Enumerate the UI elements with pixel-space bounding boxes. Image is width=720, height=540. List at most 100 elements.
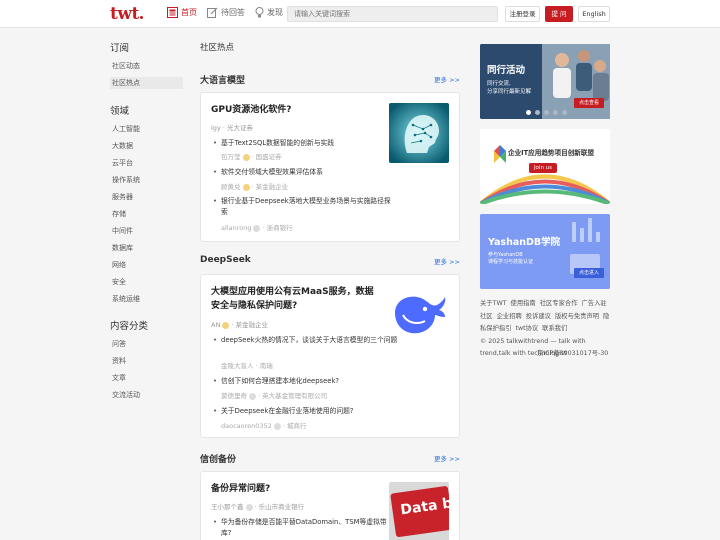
question-item[interactable]: 华为备份存储是否能平替DataDomain、TSM等虚拟带库? xyxy=(213,517,393,539)
user-badge-icon xyxy=(245,503,253,511)
language-switch-button[interactable]: English xyxy=(578,6,610,22)
author-name[interactable]: 金陵大盲人 xyxy=(221,362,254,370)
author-name[interactable]: 顾黄兑 xyxy=(221,183,241,191)
banner-subtitle: 参与YashanDB xyxy=(488,252,523,258)
sidebar-item-database[interactable]: 数据库 xyxy=(110,242,183,254)
more-link[interactable]: 更多 >> xyxy=(434,74,460,84)
author-org: 英大基金管理有限公司 xyxy=(262,392,328,400)
carousel-dot[interactable] xyxy=(535,110,540,115)
footer-link[interactable]: 社区专家合作 xyxy=(540,300,578,307)
author-name[interactable]: allanrong xyxy=(221,224,251,232)
card-title[interactable]: GPU资源池化软件? xyxy=(211,103,381,117)
carousel-dot[interactable] xyxy=(544,110,549,115)
data-backup-thumbnail[interactable]: Data backup xyxy=(389,482,449,540)
nav-home[interactable]: 首页 xyxy=(167,7,197,18)
question-item[interactable]: 银行业基于Deepseek落地大模型业务场景与实施路径探索 xyxy=(213,196,393,218)
page-title: 社区热点 xyxy=(200,43,235,53)
view-button[interactable]: 点击查看 xyxy=(574,98,604,108)
footer-link[interactable]: 投诉建议 xyxy=(526,313,551,320)
sidebar-item-middleware[interactable]: 中间件 xyxy=(110,225,183,237)
sidebar-item-os[interactable]: 操作系统 xyxy=(110,174,183,186)
ai-head-image xyxy=(389,103,449,163)
sidebar-item-security[interactable]: 安全 xyxy=(110,276,183,288)
question-item[interactable]: 基于Text2SQL数据智能的创新与实践 xyxy=(213,138,453,149)
sidebar-item-qa[interactable]: 问答 xyxy=(110,338,183,350)
nav-discover[interactable]: 发现 xyxy=(255,7,283,18)
sidebar-item-resources[interactable]: 资料 xyxy=(110,355,183,367)
footer-link[interactable]: 使用指南 xyxy=(511,300,536,307)
carousel-dot[interactable] xyxy=(562,110,567,115)
user-badge-icon xyxy=(249,392,256,400)
top-header: twt 首页 待回答 发现 注册登录 提 问 English xyxy=(0,0,720,28)
sidebar-item-storage[interactable]: 存储 xyxy=(110,208,183,220)
footer-link[interactable]: 版权与免责声明 xyxy=(555,313,599,320)
sidebar-item-ai[interactable]: 人工智能 xyxy=(110,123,183,135)
it-alliance-banner[interactable]: 企业IT应用趋势项目创新联盟 Join us xyxy=(480,129,610,204)
banner-title: 企业IT应用趋势项目创新联盟 xyxy=(508,149,595,157)
home-icon xyxy=(167,7,178,18)
banner-subtitle: 同行交流, xyxy=(487,81,511,87)
author-name[interactable]: AN xyxy=(211,321,220,329)
section-title: 信创备份 xyxy=(200,455,237,465)
user-badge-icon xyxy=(273,422,281,430)
author-org: 城商行 xyxy=(286,422,307,430)
ai-brain-thumbnail[interactable] xyxy=(389,103,449,163)
question-meta: 莫德里奇 · 英大基金管理有限公司 xyxy=(221,392,328,400)
sidebar-item-ops[interactable]: 系统运维 xyxy=(110,293,183,305)
more-link[interactable]: 更多 >> xyxy=(434,256,460,266)
enter-button[interactable]: 点击进入 xyxy=(574,268,604,278)
sidebar-item-cloud[interactable]: 云平台 xyxy=(110,157,183,169)
author-name[interactable]: daocaoren0352 xyxy=(221,422,272,430)
sidebar-item-events[interactable]: 交流活动 xyxy=(110,389,183,401)
question-meta: 包万莹 · 国盛证券 xyxy=(221,153,282,161)
carousel-dots[interactable] xyxy=(526,110,567,115)
sidebar-item-server[interactable]: 服务器 xyxy=(110,191,183,203)
right-footer: 关于TWT 使用指南 社区专家合作 广告入驻社区 企业招聘 投诉建议 版权与免责声明 隐私保护… xyxy=(480,298,612,361)
footer-link[interactable]: 企业招聘 xyxy=(497,313,522,320)
peer-events-banner[interactable]: 同行活动 同行交流, 分享同行最新见解 点击查看 xyxy=(480,44,610,119)
sidebar-item-bigdata[interactable]: 大数据 xyxy=(110,140,183,152)
author-name[interactable]: 莫德里奇 xyxy=(221,392,247,400)
register-login-button[interactable]: 注册登录 xyxy=(505,6,540,22)
carousel-dot[interactable] xyxy=(553,110,558,115)
question-item[interactable]: 软件交付领域大模型效果评估体系 xyxy=(213,167,453,178)
section-header: 大语言模型 更多 >> xyxy=(200,73,460,86)
nav-home-label: 首页 xyxy=(181,8,197,17)
footer-link[interactable]: 联系我们 xyxy=(542,325,567,332)
sidebar-item-network[interactable]: 网络 xyxy=(110,259,183,271)
question-item[interactable]: 关于Deepseek在金融行业落地使用的问题? xyxy=(213,406,453,417)
card-title[interactable]: 备份异常问题? xyxy=(211,482,381,496)
user-badge-icon xyxy=(242,183,250,191)
sidebar-section-title: 内容分类 xyxy=(110,321,149,332)
topic-card: 备份异常问题? 王小那个鑫· 乐山市商业银行 Data backup 华为备份存… xyxy=(200,471,460,540)
topic-card: GPU资源池化软件? lgy · 光大证券 基于Text2SQL数据智能的创新与… xyxy=(200,92,460,242)
sidebar-item-articles[interactable]: 文章 xyxy=(110,372,183,384)
carousel-dot[interactable] xyxy=(526,110,531,115)
ask-question-button[interactable]: 提 问 xyxy=(545,6,573,22)
lightbulb-icon xyxy=(255,7,264,18)
topic-card: 大模型应用使用公有云MaaS服务，数据安全与隐私保护问题? AN · 某金融企业 … xyxy=(200,274,460,438)
card-title[interactable]: 大模型应用使用公有云MaaS服务，数据安全与隐私保护问题? xyxy=(211,285,381,313)
footer-link[interactable]: 关于TWT xyxy=(480,300,507,307)
icp-text[interactable]: 京ICP备09031017号-30 xyxy=(537,348,608,361)
edit-icon xyxy=(207,7,218,18)
site-logo[interactable]: twt xyxy=(110,4,143,24)
question-item[interactable]: 信创下如何合理搭建本地化deepseek? xyxy=(213,376,453,387)
author-name[interactable]: 包万莹 xyxy=(221,153,241,161)
section-header: 信创备份 更多 >> xyxy=(200,452,460,465)
join-us-button[interactable]: Join us xyxy=(529,163,557,173)
card-meta: AN · 某金融企业 xyxy=(211,321,268,329)
yashandb-academy-banner[interactable]: YashanDB学院 参与YashanDB 课程学习与技能认证 点击进入 xyxy=(480,214,610,289)
banner-title: YashanDB学院 xyxy=(488,237,561,248)
author-name[interactable]: 王小那个鑫 xyxy=(211,503,244,511)
sidebar-item-community-feed[interactable]: 社区动态 xyxy=(110,60,183,72)
author-org: 浙商银行 xyxy=(266,224,293,232)
question-item[interactable]: deepSeek火热的情况下，谈谈关于大语言模型的三个问题 xyxy=(213,335,453,346)
more-link[interactable]: 更多 >> xyxy=(434,453,460,463)
search-input[interactable] xyxy=(287,6,498,22)
footer-link[interactable]: twt协议 xyxy=(515,325,538,332)
banner-subtitle: 课程学习与技能认证 xyxy=(488,259,534,265)
sidebar-item-community-hot[interactable]: 社区热点 xyxy=(110,77,183,89)
section-title: DeepSeek xyxy=(200,255,251,265)
nav-to-answer[interactable]: 待回答 xyxy=(207,7,245,18)
